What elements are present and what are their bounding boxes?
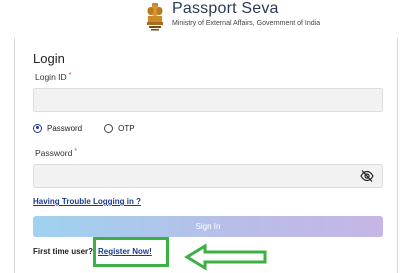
required-marker: * (74, 148, 78, 155)
national-emblem-icon (147, 3, 163, 31)
trouble-logging-link[interactable]: Having Trouble Logging in ? (33, 197, 141, 206)
login-page: Passport Seva Ministry of External Affai… (0, 0, 400, 273)
login-id-input[interactable] (33, 88, 383, 112)
sign-in-button[interactable]: Sign In (33, 216, 383, 237)
password-label-text: Password (35, 148, 73, 158)
eye-slash-icon[interactable] (360, 170, 374, 182)
left-arrow-icon (184, 243, 267, 271)
required-marker: * (68, 72, 72, 79)
password-radio-label: Password (47, 123, 83, 133)
password-radio[interactable] (33, 123, 42, 133)
brand-subtitle: Ministry of External Affairs, Government… (172, 20, 321, 27)
brand-title: Passport Seva (172, 0, 279, 17)
login-id-label: Login ID * (35, 72, 71, 82)
login-id-label-text: Login ID (35, 72, 67, 82)
highlight-box (93, 237, 169, 267)
first-time-user-text: First time user? (33, 247, 94, 256)
site-header: Passport Seva Ministry of External Affai… (0, 0, 400, 38)
password-input[interactable] (33, 164, 383, 188)
otp-radio[interactable] (104, 123, 114, 133)
login-heading: Login (33, 51, 65, 66)
auth-method-group: Password OTP (33, 122, 135, 134)
password-label: Password * (35, 148, 77, 158)
otp-radio-label: OTP (118, 123, 135, 133)
